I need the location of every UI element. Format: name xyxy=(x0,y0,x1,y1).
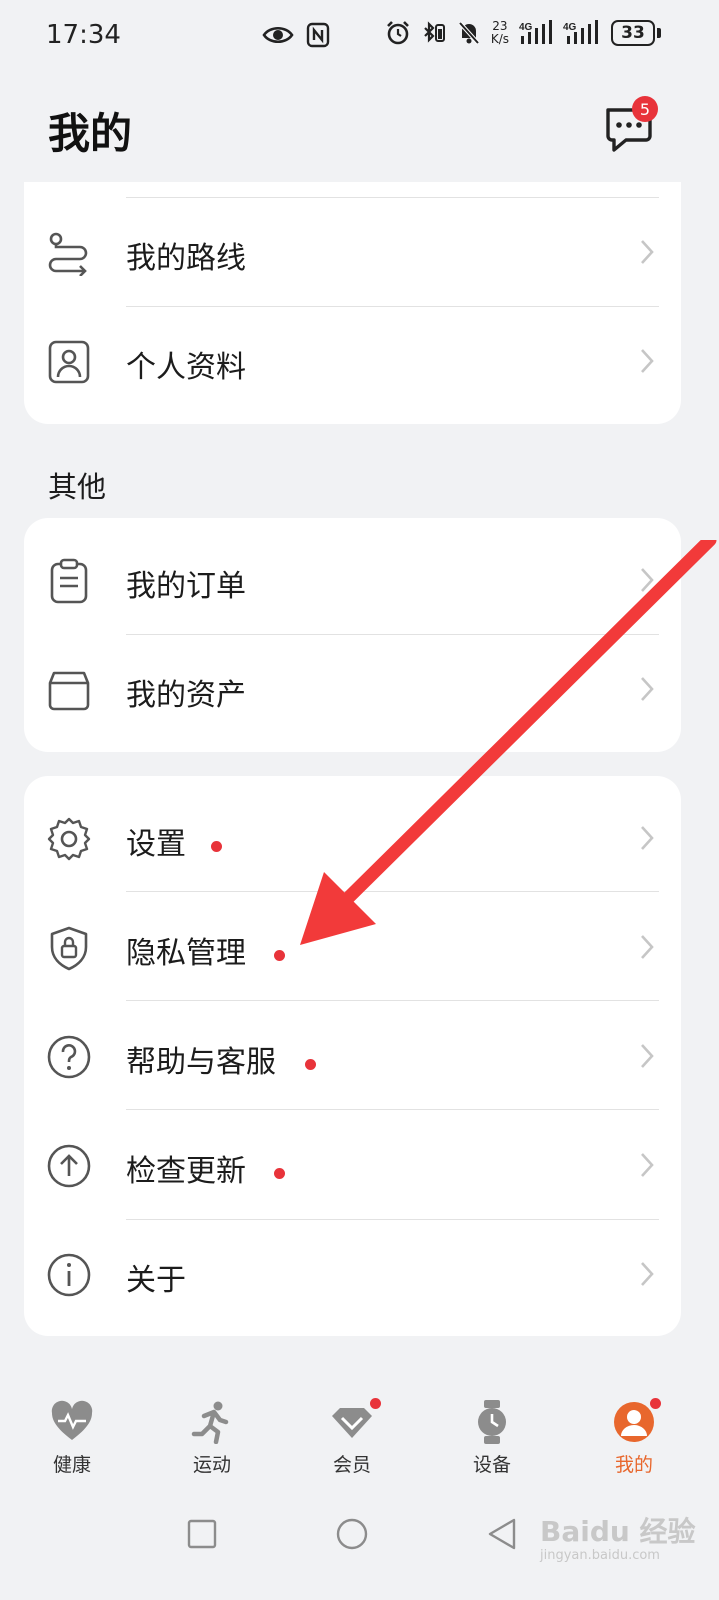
watch-icon xyxy=(478,1400,506,1444)
divider xyxy=(126,1109,659,1110)
row-label: 检查更新 xyxy=(126,1154,246,1189)
nav-tab-health[interactable]: 健康 xyxy=(22,1390,122,1490)
battery-cap xyxy=(657,28,661,38)
notification-dot xyxy=(274,1168,285,1179)
row-my-assets[interactable]: 我的资产 xyxy=(24,635,681,743)
info-icon xyxy=(47,1253,91,1297)
notification-dot xyxy=(650,1398,661,1409)
page-title: 我的 xyxy=(48,109,133,158)
running-icon xyxy=(191,1401,229,1445)
nav-tab-sports[interactable]: 运动 xyxy=(162,1390,262,1490)
speed-unit: K/s xyxy=(490,32,509,46)
profile-icon xyxy=(48,340,90,384)
nav-tab-devices[interactable]: 设备 xyxy=(442,1390,542,1490)
chevron-right-icon xyxy=(641,1044,654,1068)
notification-dot xyxy=(211,841,222,852)
row-label: 帮助与客服 xyxy=(126,1045,276,1080)
row-settings[interactable]: 设置 xyxy=(24,784,681,892)
nav-label: 会员 xyxy=(332,1454,371,1476)
personal-card: 我的路线 个人资料 xyxy=(24,182,681,424)
recents-square-icon[interactable] xyxy=(182,1514,222,1554)
nav-label: 健康 xyxy=(52,1454,91,1476)
notification-dot xyxy=(305,1059,316,1070)
status-bar: 17:34 23 K/s 4G 4G 33 xyxy=(0,0,719,76)
row-label: 关于 xyxy=(126,1263,186,1298)
row-privacy[interactable]: 隐私管理 xyxy=(24,893,681,1001)
chevron-right-icon xyxy=(641,677,654,701)
route-icon xyxy=(48,232,88,276)
heart-pulse-icon xyxy=(51,1400,93,1440)
nav-tab-member[interactable]: 会员 xyxy=(302,1390,402,1490)
divider xyxy=(126,891,659,892)
other-card: 我的订单 我的资产 xyxy=(24,518,681,752)
row-label: 我的路线 xyxy=(126,241,246,276)
section-title-other: 其他 xyxy=(48,470,107,504)
status-icons-right: 23 K/s 4G 4G 33 xyxy=(385,20,661,46)
row-label: 隐私管理 xyxy=(126,936,246,971)
box-icon xyxy=(48,671,90,711)
chevron-right-icon xyxy=(641,826,654,850)
notification-dot xyxy=(370,1398,381,1409)
nav-label: 我的 xyxy=(614,1454,653,1476)
eye-icon xyxy=(262,26,294,44)
alarm-icon xyxy=(386,21,409,45)
signal-4g-icon: 4G xyxy=(519,20,552,44)
nfc-icon xyxy=(306,22,330,48)
row-personal-info[interactable]: 个人资料 xyxy=(24,307,681,415)
notification-dot xyxy=(274,950,285,961)
network-speed: 23 K/s xyxy=(491,20,509,46)
row-label: 设置 xyxy=(126,827,186,862)
help-icon xyxy=(47,1035,91,1079)
chevron-right-icon xyxy=(641,349,654,373)
svg-text:4G: 4G xyxy=(519,22,533,33)
gear-icon xyxy=(47,817,91,861)
upload-icon xyxy=(47,1144,91,1188)
chevron-right-icon xyxy=(641,240,654,264)
nav-label: 设备 xyxy=(472,1454,511,1476)
shield-lock-icon xyxy=(50,926,88,971)
bottom-nav: 健康 运动 会员 设备 我的 xyxy=(0,1390,719,1490)
back-triangle-icon[interactable] xyxy=(482,1514,522,1554)
nav-label: 运动 xyxy=(192,1454,231,1476)
row-label: 我的资产 xyxy=(126,678,246,713)
row-help[interactable]: 帮助与客服 xyxy=(24,1002,681,1110)
battery-level: 33 xyxy=(611,20,655,46)
settings-card: 设置 隐私管理 帮助与客服 检查更新 关于 xyxy=(24,776,681,1336)
status-icons-left xyxy=(262,22,330,48)
watermark-logo: Baidu 经验 xyxy=(540,1515,696,1548)
row-my-routes[interactable]: 我的路线 xyxy=(24,198,681,306)
chevron-right-icon xyxy=(641,935,654,959)
avatar-icon xyxy=(614,1402,654,1442)
battery-icon: 33 xyxy=(611,20,661,46)
watermark-url: jingyan.baidu.com xyxy=(540,1548,660,1563)
row-check-update[interactable]: 检查更新 xyxy=(24,1111,681,1219)
row-label: 我的订单 xyxy=(126,569,246,604)
bluetooth-icon xyxy=(424,21,445,43)
chevron-right-icon xyxy=(641,1262,654,1286)
row-about[interactable]: 关于 xyxy=(24,1220,681,1328)
diamond-icon xyxy=(332,1408,372,1438)
mute-icon xyxy=(458,21,480,45)
clipboard-icon xyxy=(50,558,88,604)
chevron-right-icon xyxy=(641,568,654,592)
signal-4g-icon: 4G xyxy=(563,20,598,44)
chevron-right-icon xyxy=(641,1153,654,1177)
status-time: 17:34 xyxy=(46,20,121,50)
home-circle-icon[interactable] xyxy=(332,1514,372,1554)
nav-tab-me[interactable]: 我的 xyxy=(584,1390,684,1490)
message-count-badge: 5 xyxy=(632,96,658,122)
divider xyxy=(126,1000,659,1001)
row-label: 个人资料 xyxy=(126,350,246,385)
row-my-orders[interactable]: 我的订单 xyxy=(24,526,681,634)
svg-text:4G: 4G xyxy=(563,22,577,33)
